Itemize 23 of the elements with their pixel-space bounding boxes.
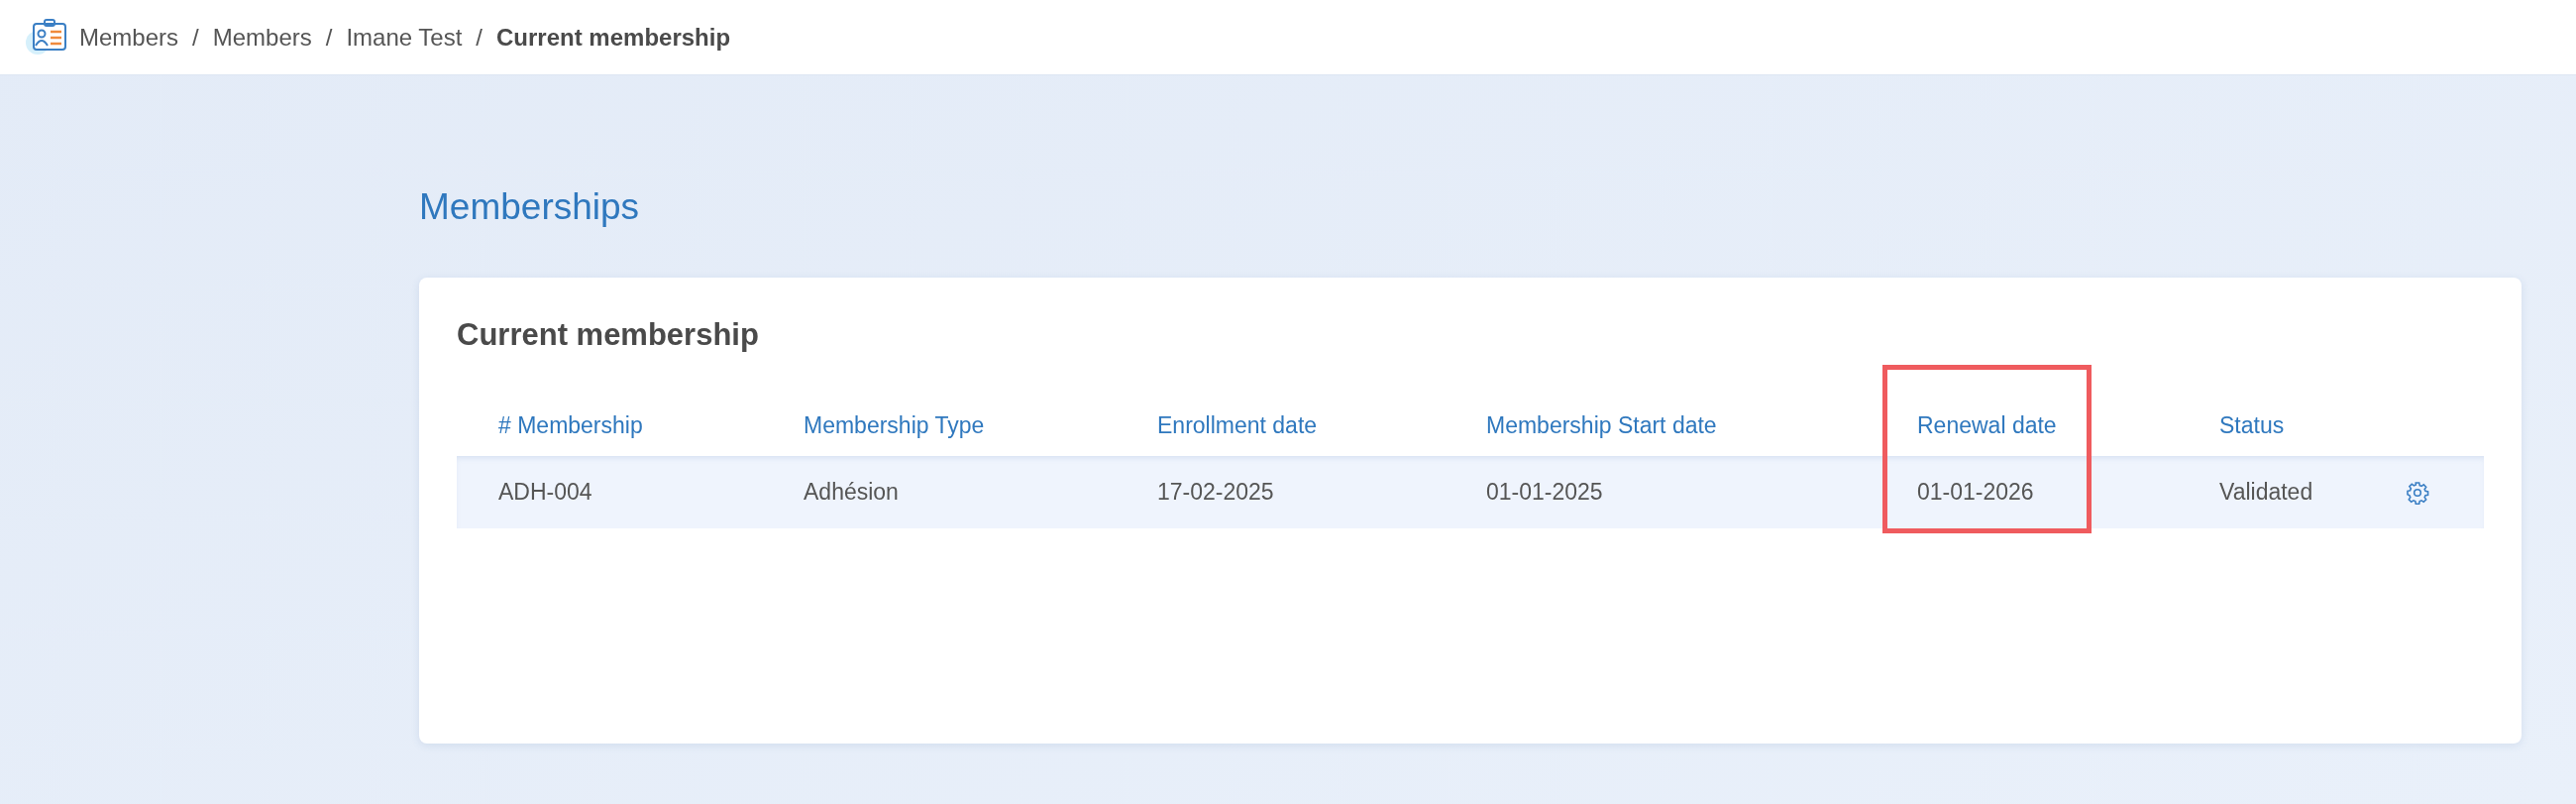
table-cell: Adhésion [804,479,899,506]
column-header: Enrollment date [1157,411,1318,439]
page-title: Memberships [419,186,641,228]
column-header: Status [2219,411,2285,439]
card-title: Current membership [457,317,760,353]
breadcrumb-link[interactable]: Members [212,23,312,52]
breadcrumb-separator: / [476,23,483,52]
breadcrumb-separator: / [192,23,199,52]
table-cell: 01-01-2026 [1917,479,2034,506]
table-cell: Validated [2219,479,2313,506]
breadcrumb-separator: / [325,23,333,52]
table-cell: ADH-004 [498,479,592,506]
breadcrumb-link[interactable]: Imane Test [346,23,463,52]
breadcrumb-link[interactable]: Members [79,23,179,52]
column-header: Membership Type [804,411,985,439]
column-header: Membership Start date [1486,411,1717,439]
column-header: # Membership [498,411,643,439]
settings-icon[interactable] [2406,480,2429,505]
id-card-icon [26,17,69,57]
table-cell: 01-01-2025 [1486,479,1603,506]
column-header: Renewal date [1917,411,2057,439]
breadcrumb-current: Current membership [496,23,731,52]
table-cell: 17-02-2025 [1157,479,1274,506]
